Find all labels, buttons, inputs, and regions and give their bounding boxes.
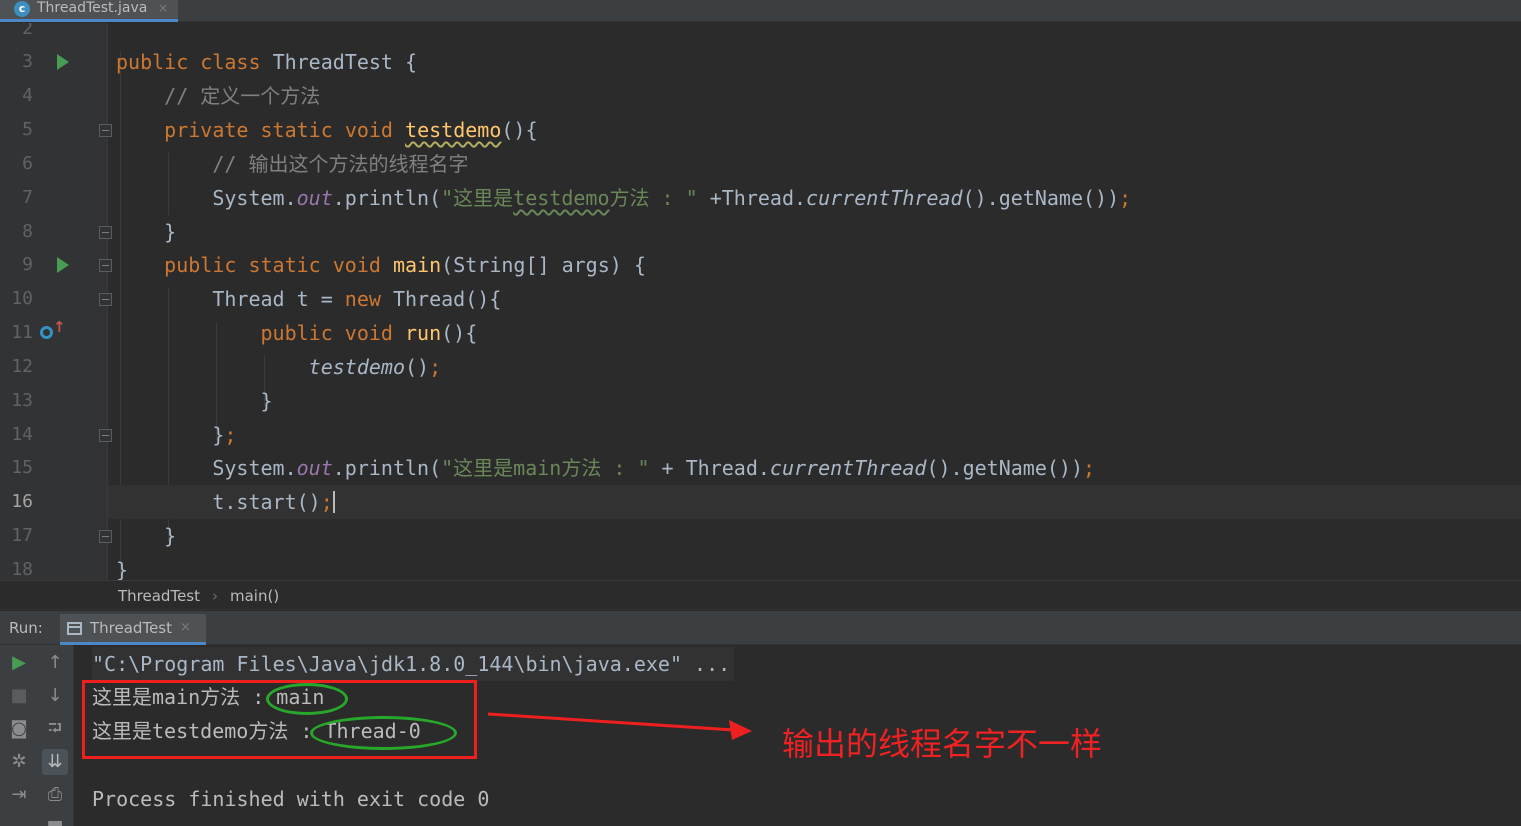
line-number: 2: [22, 23, 33, 39]
breadcrumb: ThreadTest › main(): [0, 580, 1521, 610]
run-toolbar: ▶ ↑ ■ ↓ ◙ ⮒ ✲ ⇊ ⇥ ⎙ ▬: [0, 645, 74, 826]
code-line: 5 private static void testdemo(){: [0, 113, 1521, 147]
code-text: public void run(){: [260, 321, 478, 345]
code-text: public static void main(String[] args) {: [164, 253, 646, 277]
code-line: 12 testdemo();: [0, 350, 1521, 384]
code-line: 18 }: [0, 553, 1521, 580]
class-file-icon: c: [14, 1, 30, 17]
code-line: 17 }: [0, 519, 1521, 553]
console-command-line: "C:\Program Files\Java\jdk1.8.0_144\bin\…: [92, 647, 735, 681]
line-number: 8: [22, 221, 33, 242]
code-line: 15 System.out.println("这里是main方法 : " + T…: [0, 451, 1521, 485]
code-text: public class ThreadTest {: [116, 50, 418, 74]
code-text: testdemo();: [308, 355, 442, 379]
code-text: Thread t = new Thread(){: [212, 287, 502, 311]
run-label: Run:: [9, 619, 43, 637]
line-number: 5: [22, 119, 33, 140]
run-tab-threadtest[interactable]: ThreadTest ×: [60, 614, 206, 645]
code-line: 11 ↑ public void run(){: [0, 316, 1521, 350]
text-caret: [332, 491, 335, 513]
tab-title: ThreadTest.java: [37, 0, 148, 16]
code-text: System.out.println("这里是testdemo方法 : " +T…: [212, 186, 1132, 210]
code-line: 10 Thread t = new Thread(){: [0, 282, 1521, 316]
line-number: 4: [22, 85, 33, 106]
fold-icon[interactable]: [99, 124, 112, 137]
code-text: }: [164, 524, 177, 548]
code-line-current: 16 t.start();: [0, 485, 1521, 519]
annotation-text: 输出的线程名字不一样: [782, 725, 1103, 763]
highlight-ellipse-main: [266, 683, 348, 715]
code-line: 9 public static void main(String[] args)…: [0, 248, 1521, 282]
print-icon[interactable]: ⎙: [42, 782, 68, 808]
fold-icon[interactable]: [99, 530, 112, 543]
line-number: 14: [11, 424, 33, 445]
tab-threadtest-java[interactable]: c ThreadTest.java ×: [0, 0, 178, 22]
up-arrow-icon[interactable]: ↑: [42, 650, 68, 676]
down-arrow-icon[interactable]: ↓: [42, 683, 68, 709]
breadcrumb-class[interactable]: ThreadTest: [118, 581, 200, 611]
line-number: 13: [11, 390, 33, 411]
code-text: }: [116, 558, 129, 580]
code-text: private static void testdemo(){: [164, 118, 538, 142]
fold-icon[interactable]: [99, 226, 112, 239]
fold-icon[interactable]: [99, 293, 112, 306]
code-line: 13 }: [0, 384, 1521, 418]
highlight-ellipse-thread: [310, 716, 457, 750]
stop-icon[interactable]: ■: [6, 683, 32, 709]
code-line: 4 // 定义一个方法: [0, 79, 1521, 113]
up-arrow-icon[interactable]: ↑: [53, 320, 66, 335]
line-number: 16: [11, 491, 33, 512]
camera-icon[interactable]: ◙: [6, 716, 32, 742]
fold-icon[interactable]: [99, 429, 112, 442]
line-number: 3: [22, 51, 33, 72]
line-number: 17: [11, 525, 33, 546]
code-line: 7 System.out.println("这里是testdemo方法 : " …: [0, 181, 1521, 215]
code-text: };: [212, 423, 237, 447]
breadcrumb-separator: ›: [212, 587, 218, 605]
breadcrumb-method[interactable]: main(): [230, 581, 279, 611]
line-number: 6: [22, 153, 33, 174]
code-text: }: [260, 389, 273, 413]
line-number: 9: [22, 254, 33, 275]
fold-icon[interactable]: [99, 259, 112, 272]
code-line: 3 public class ThreadTest {: [0, 45, 1521, 79]
code-line: 6 // 输出这个方法的线程名字: [0, 147, 1521, 181]
console-exit-line: Process finished with exit code 0: [92, 787, 490, 811]
override-icon[interactable]: [40, 326, 53, 339]
rerun-icon[interactable]: ▶: [6, 650, 32, 676]
line-number: 12: [11, 356, 33, 377]
editor-tab-bar: c ThreadTest.java ×: [0, 0, 1521, 22]
line-number: 11: [11, 322, 33, 343]
scroll-to-end-icon[interactable]: ⇊: [42, 749, 68, 775]
run-tab-title: ThreadTest: [90, 619, 172, 637]
run-main-icon[interactable]: [57, 257, 69, 273]
line-number: 10: [11, 288, 33, 309]
exit-icon[interactable]: ⇥: [6, 782, 32, 808]
code-text: }: [164, 220, 177, 244]
code-line: 2: [0, 23, 1521, 46]
soft-wrap-icon[interactable]: ⮒: [42, 716, 68, 742]
code-editor[interactable]: 2 3 public class ThreadTest { 4 // 定义一个方…: [0, 23, 1521, 580]
settings-icon[interactable]: ✲: [6, 749, 32, 775]
console-icon: [67, 622, 82, 635]
close-icon[interactable]: ×: [158, 0, 168, 17]
code-text: // 定义一个方法: [164, 84, 321, 108]
line-number: 18: [11, 559, 33, 580]
code-text: t.start();: [212, 490, 335, 514]
line-number: 15: [11, 457, 33, 478]
annotation-arrow: [487, 712, 752, 740]
code-line: 14 };: [0, 418, 1521, 452]
run-panel-header: Run: ThreadTest ×: [0, 611, 1521, 645]
code-text: System.out.println("这里是main方法 : " + Thre…: [212, 456, 1096, 480]
code-text: // 输出这个方法的线程名字: [212, 152, 469, 176]
line-number: 7: [22, 187, 33, 208]
code-line: 8 }: [0, 215, 1521, 249]
trash-icon[interactable]: ▬: [42, 811, 68, 826]
close-icon[interactable]: ×: [180, 614, 191, 642]
run-class-icon[interactable]: [57, 54, 69, 70]
